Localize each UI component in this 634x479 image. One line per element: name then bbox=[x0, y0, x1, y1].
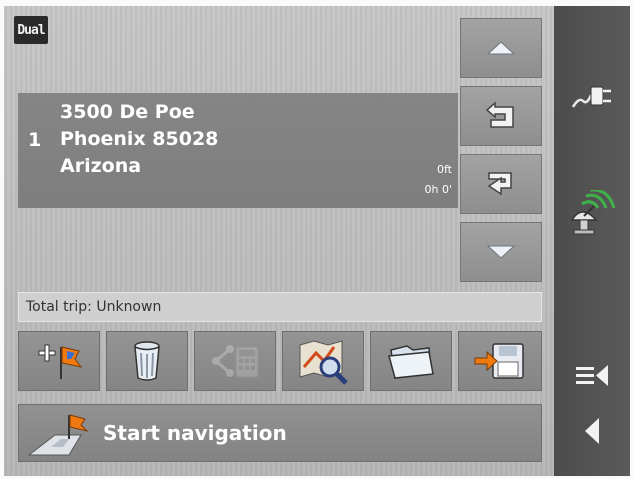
satellite-icon bbox=[570, 190, 616, 235]
move-down-button[interactable] bbox=[460, 154, 542, 214]
brand-logo-text: Dual bbox=[17, 22, 45, 38]
route-planner-panel: Dual 1 3500 De Poe Phoenix 85028 Arizona… bbox=[4, 6, 554, 476]
gps-status-button[interactable] bbox=[562, 188, 622, 238]
enter-right-arrow-icon bbox=[487, 172, 512, 196]
power-plug-icon bbox=[571, 86, 611, 108]
power-status-button[interactable] bbox=[562, 72, 622, 120]
route-waypoint-item[interactable]: 1 3500 De Poe Phoenix 85028 Arizona 0ft … bbox=[18, 93, 458, 208]
add-waypoint-button[interactable] bbox=[18, 331, 100, 391]
trash-can-icon bbox=[134, 341, 160, 381]
optimize-route-button[interactable] bbox=[194, 331, 276, 391]
navigation-screen: Dual 1 3500 De Poe Phoenix 85028 Arizona… bbox=[4, 6, 630, 476]
route-calculator-icon bbox=[212, 345, 259, 378]
start-navigation-label: Start navigation bbox=[103, 421, 287, 445]
floppy-save-icon bbox=[474, 343, 524, 379]
brand-logo: Dual bbox=[14, 16, 48, 44]
waypoint-distance: 0ft bbox=[437, 163, 452, 176]
waypoint-index: 1 bbox=[28, 129, 42, 151]
address-city: Phoenix 85028 bbox=[60, 128, 219, 150]
scroll-down-button[interactable] bbox=[460, 222, 542, 282]
triangle-up-icon bbox=[486, 41, 516, 55]
return-left-arrow-icon bbox=[485, 101, 514, 128]
back-triangle-icon bbox=[585, 418, 599, 444]
total-trip-info: Total trip: Unknown bbox=[18, 292, 542, 322]
scroll-up-button[interactable] bbox=[460, 18, 542, 78]
start-navigation-button[interactable]: Start navigation bbox=[18, 404, 542, 462]
triangle-down-icon bbox=[486, 245, 516, 259]
delete-waypoint-button[interactable] bbox=[106, 331, 188, 391]
flag-road-icon bbox=[27, 414, 89, 456]
menu-button[interactable] bbox=[562, 356, 622, 396]
map-magnifier-icon bbox=[299, 340, 348, 385]
open-route-button[interactable] bbox=[370, 331, 452, 391]
menu-lines-arrow-icon bbox=[576, 365, 608, 386]
address-state: Arizona bbox=[60, 155, 142, 177]
show-on-map-button[interactable] bbox=[282, 331, 364, 391]
back-button[interactable] bbox=[562, 408, 622, 454]
save-route-button[interactable] bbox=[458, 331, 542, 391]
waypoint-time: 0h 0' bbox=[424, 183, 453, 196]
folder-icon bbox=[388, 345, 434, 379]
plus-flag-icon bbox=[38, 344, 83, 379]
right-sidebar bbox=[554, 6, 630, 476]
address-street: 3500 De Poe bbox=[60, 101, 195, 123]
move-up-button[interactable] bbox=[460, 86, 542, 146]
